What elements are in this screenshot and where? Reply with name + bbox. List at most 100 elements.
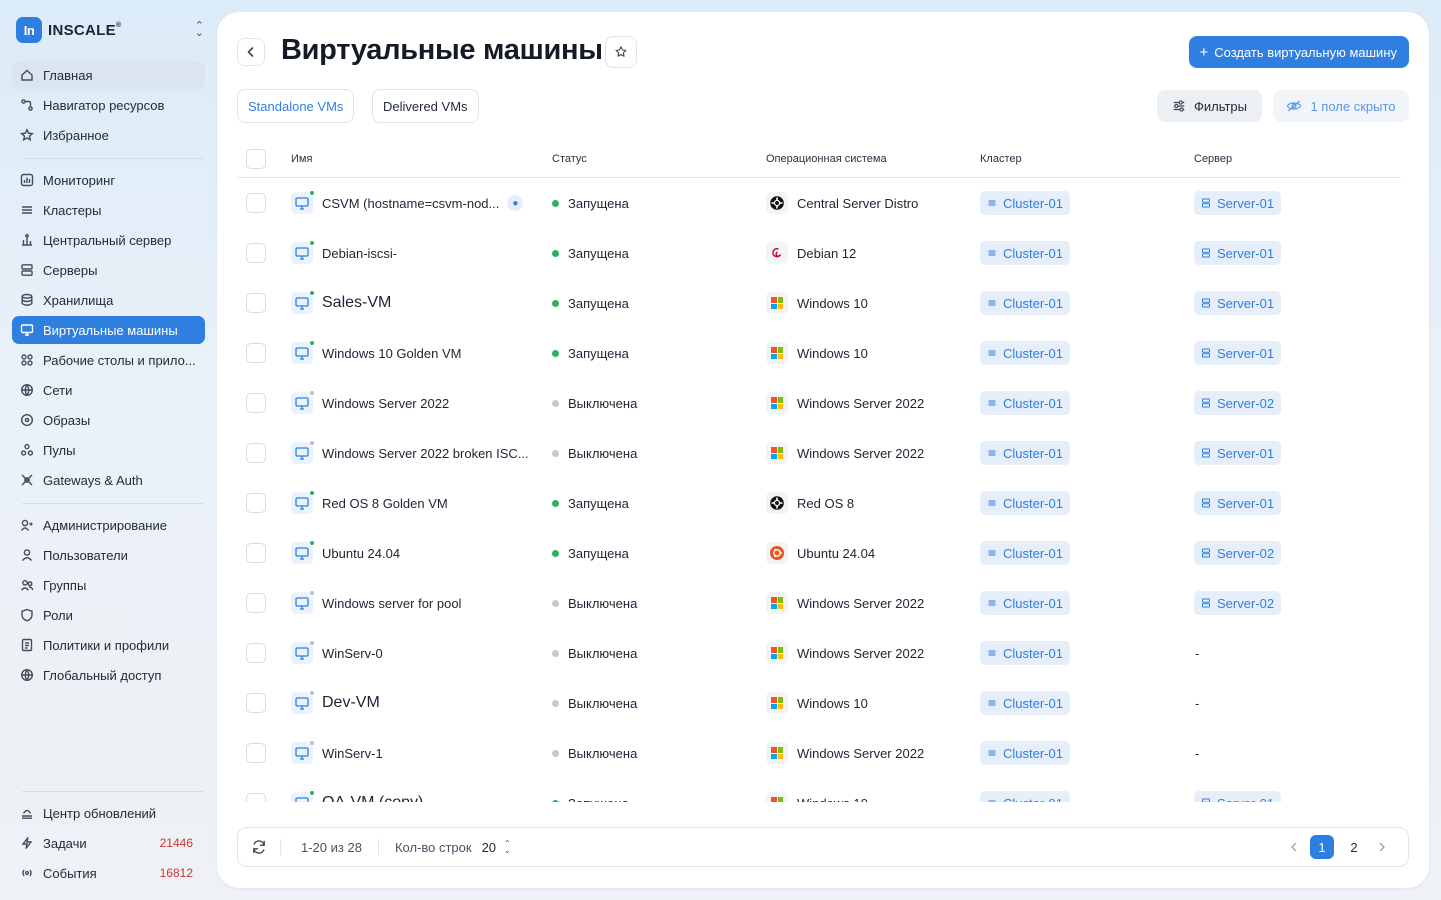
cluster-tag[interactable]: Cluster-01 [980,641,1070,665]
row-checkbox[interactable] [246,393,266,413]
sidebar-item-disc[interactable]: Образы [12,406,205,434]
table-row[interactable]: Windows Server 2022 broken ISC... Выключе… [237,428,1401,478]
prev-page-icon[interactable] [1282,842,1306,852]
table-row[interactable]: WinServ-1 Выключена Windows Server 2022 Clu… [237,728,1401,778]
server-tag[interactable]: Server-01 [1194,191,1282,215]
page-button-1[interactable]: 1 [1310,835,1334,859]
sidebar-item-admin[interactable]: Администрирование [12,511,205,539]
vm-name-link[interactable]: QA-VM (copy) [322,794,423,802]
row-checkbox[interactable] [246,443,266,463]
cluster-tag[interactable]: Cluster-01 [980,791,1070,802]
vm-name-link[interactable]: CSVM (hostname=csvm-nod... [322,196,499,211]
row-checkbox[interactable] [246,293,266,313]
sidebar-item-update[interactable]: Центр обновлений [12,799,205,827]
sidebar-item-pools[interactable]: Пулы [12,436,205,464]
table-row[interactable]: CSVM (hostname=csvm-nod... ● Запущена Centr… [237,178,1401,228]
sidebar-item-server[interactable]: Серверы [12,256,205,284]
table-row[interactable]: Debian-iscsi- Запущена Debian 12 Cluster-01… [237,228,1401,278]
server-tag[interactable]: Server-01 [1194,791,1282,802]
server-tag[interactable]: Server-01 [1194,441,1282,465]
sidebar-item-monitoring[interactable]: Мониторинг [12,166,205,194]
cluster-tag[interactable]: Cluster-01 [980,541,1070,565]
sidebar-item-apps[interactable]: Рабочие столы и прило... [12,346,205,374]
next-page-icon[interactable] [1370,842,1394,852]
vm-name-link[interactable]: Windows Server 2022 broken ISC... [322,446,529,461]
column-header-server[interactable]: Сервер [1194,153,1394,165]
sidebar-item-navigator[interactable]: Навигатор ресурсов [12,91,205,119]
create-vm-button[interactable]: + Создать виртуальную машину [1189,36,1409,68]
table-row[interactable]: Ubuntu 24.04 Запущена Ubuntu 24.04 Cluster-… [237,528,1401,578]
cluster-tag[interactable]: Cluster-01 [980,491,1070,515]
row-checkbox[interactable] [246,793,266,802]
sidebar-item-events[interactable]: События 16812 [12,859,205,887]
sidebar-item-globe[interactable]: Глобальный доступ [12,661,205,689]
cluster-tag[interactable]: Cluster-01 [980,441,1070,465]
sidebar-item-tasks[interactable]: Задачи 21446 [12,829,205,857]
sidebar-item-home[interactable]: Главная [12,61,205,89]
row-checkbox[interactable] [246,193,266,213]
column-header-os[interactable]: Операционная система [766,153,980,165]
tab-delivered-vms[interactable]: Delivered VMs [372,89,479,123]
sidebar-item-gateway[interactable]: Gateways & Auth [12,466,205,494]
sidebar-item-shield[interactable]: Роли [12,601,205,629]
page-button-2[interactable]: 2 [1342,835,1366,859]
row-checkbox[interactable] [246,493,266,513]
vm-name-link[interactable]: Windows server for pool [322,596,461,611]
column-header-cluster[interactable]: Кластер [980,153,1194,165]
favorite-button[interactable] [605,36,637,68]
cluster-tag[interactable]: Cluster-01 [980,691,1070,715]
column-header-status[interactable]: Статус [552,153,766,165]
row-checkbox[interactable] [246,743,266,763]
select-all-checkbox[interactable] [246,148,266,169]
server-tag[interactable]: Server-01 [1194,291,1282,315]
vm-name-link[interactable]: Sales-VM [322,294,391,312]
cluster-tag[interactable]: Cluster-01 [980,191,1070,215]
table-row[interactable]: Dev-VM Выключена Windows 10 Cluster-01 - [237,678,1401,728]
server-tag[interactable]: Server-02 [1194,591,1282,615]
cluster-tag[interactable]: Cluster-01 [980,291,1070,315]
cluster-tag[interactable]: Cluster-01 [980,741,1070,765]
row-checkbox[interactable] [246,343,266,363]
row-checkbox[interactable] [246,593,266,613]
server-tag[interactable]: Server-01 [1194,341,1282,365]
sidebar-item-monitor[interactable]: Виртуальные машины [12,316,205,344]
server-tag[interactable]: Server-01 [1194,491,1282,515]
vm-name-link[interactable]: Red OS 8 Golden VM [322,496,448,511]
hidden-fields-button[interactable]: 1 поле скрыто [1273,90,1409,122]
tab-standalone-vms[interactable]: Standalone VMs [237,89,355,123]
back-button[interactable] [237,38,265,66]
table-row[interactable]: WinServ-0 Выключена Windows Server 2022 Clu… [237,628,1401,678]
row-checkbox[interactable] [246,543,266,563]
vm-name-link[interactable]: Windows Server 2022 [322,396,449,411]
cluster-tag[interactable]: Cluster-01 [980,241,1070,265]
vm-name-link[interactable]: Debian-iscsi- [322,246,397,261]
table-row[interactable]: Windows Server 2022 Выключена Windows Serv… [237,378,1401,428]
vm-name-link[interactable]: WinServ-0 [322,646,383,661]
table-row[interactable]: Windows server for pool Выключена Windows … [237,578,1401,628]
sidebar-item-user[interactable]: Пользователи [12,541,205,569]
sidebar-item-database[interactable]: Хранилища [12,286,205,314]
column-header-name[interactable]: Имя [291,153,552,165]
cluster-tag[interactable]: Cluster-01 [980,341,1070,365]
sidebar-item-network[interactable]: Сети [12,376,205,404]
server-tag[interactable]: Server-01 [1194,241,1282,265]
sidebar-item-star[interactable]: Избранное [12,121,205,149]
vm-name-link[interactable]: Ubuntu 24.04 [322,546,400,561]
rows-per-page-value[interactable]: 20 [472,840,496,855]
cluster-tag[interactable]: Cluster-01 [980,391,1070,415]
table-row[interactable]: QA-VM (copy) Запущена Windows 10 Cluster-01… [237,778,1401,802]
cluster-tag[interactable]: Cluster-01 [980,591,1070,615]
vm-name-link[interactable]: Dev-VM [322,694,380,712]
server-tag[interactable]: Server-02 [1194,391,1282,415]
sidebar-item-central-server[interactable]: Центральный сервер [12,226,205,254]
row-checkbox[interactable] [246,243,266,263]
sidebar-item-group[interactable]: Группы [12,571,205,599]
sidebar-item-policy[interactable]: Политики и профили [12,631,205,659]
row-checkbox[interactable] [246,643,266,663]
table-row[interactable]: Red OS 8 Golden VM Запущена Red OS 8 Cluste… [237,478,1401,528]
brand[interactable]: In INSCALE® ⌃ ⌄ [16,15,210,45]
row-checkbox[interactable] [246,693,266,713]
refresh-button[interactable] [238,839,280,855]
table-row[interactable]: Windows 10 Golden VM Запущена Windows 10 Cl… [237,328,1401,378]
vm-name-link[interactable]: WinServ-1 [322,746,383,761]
